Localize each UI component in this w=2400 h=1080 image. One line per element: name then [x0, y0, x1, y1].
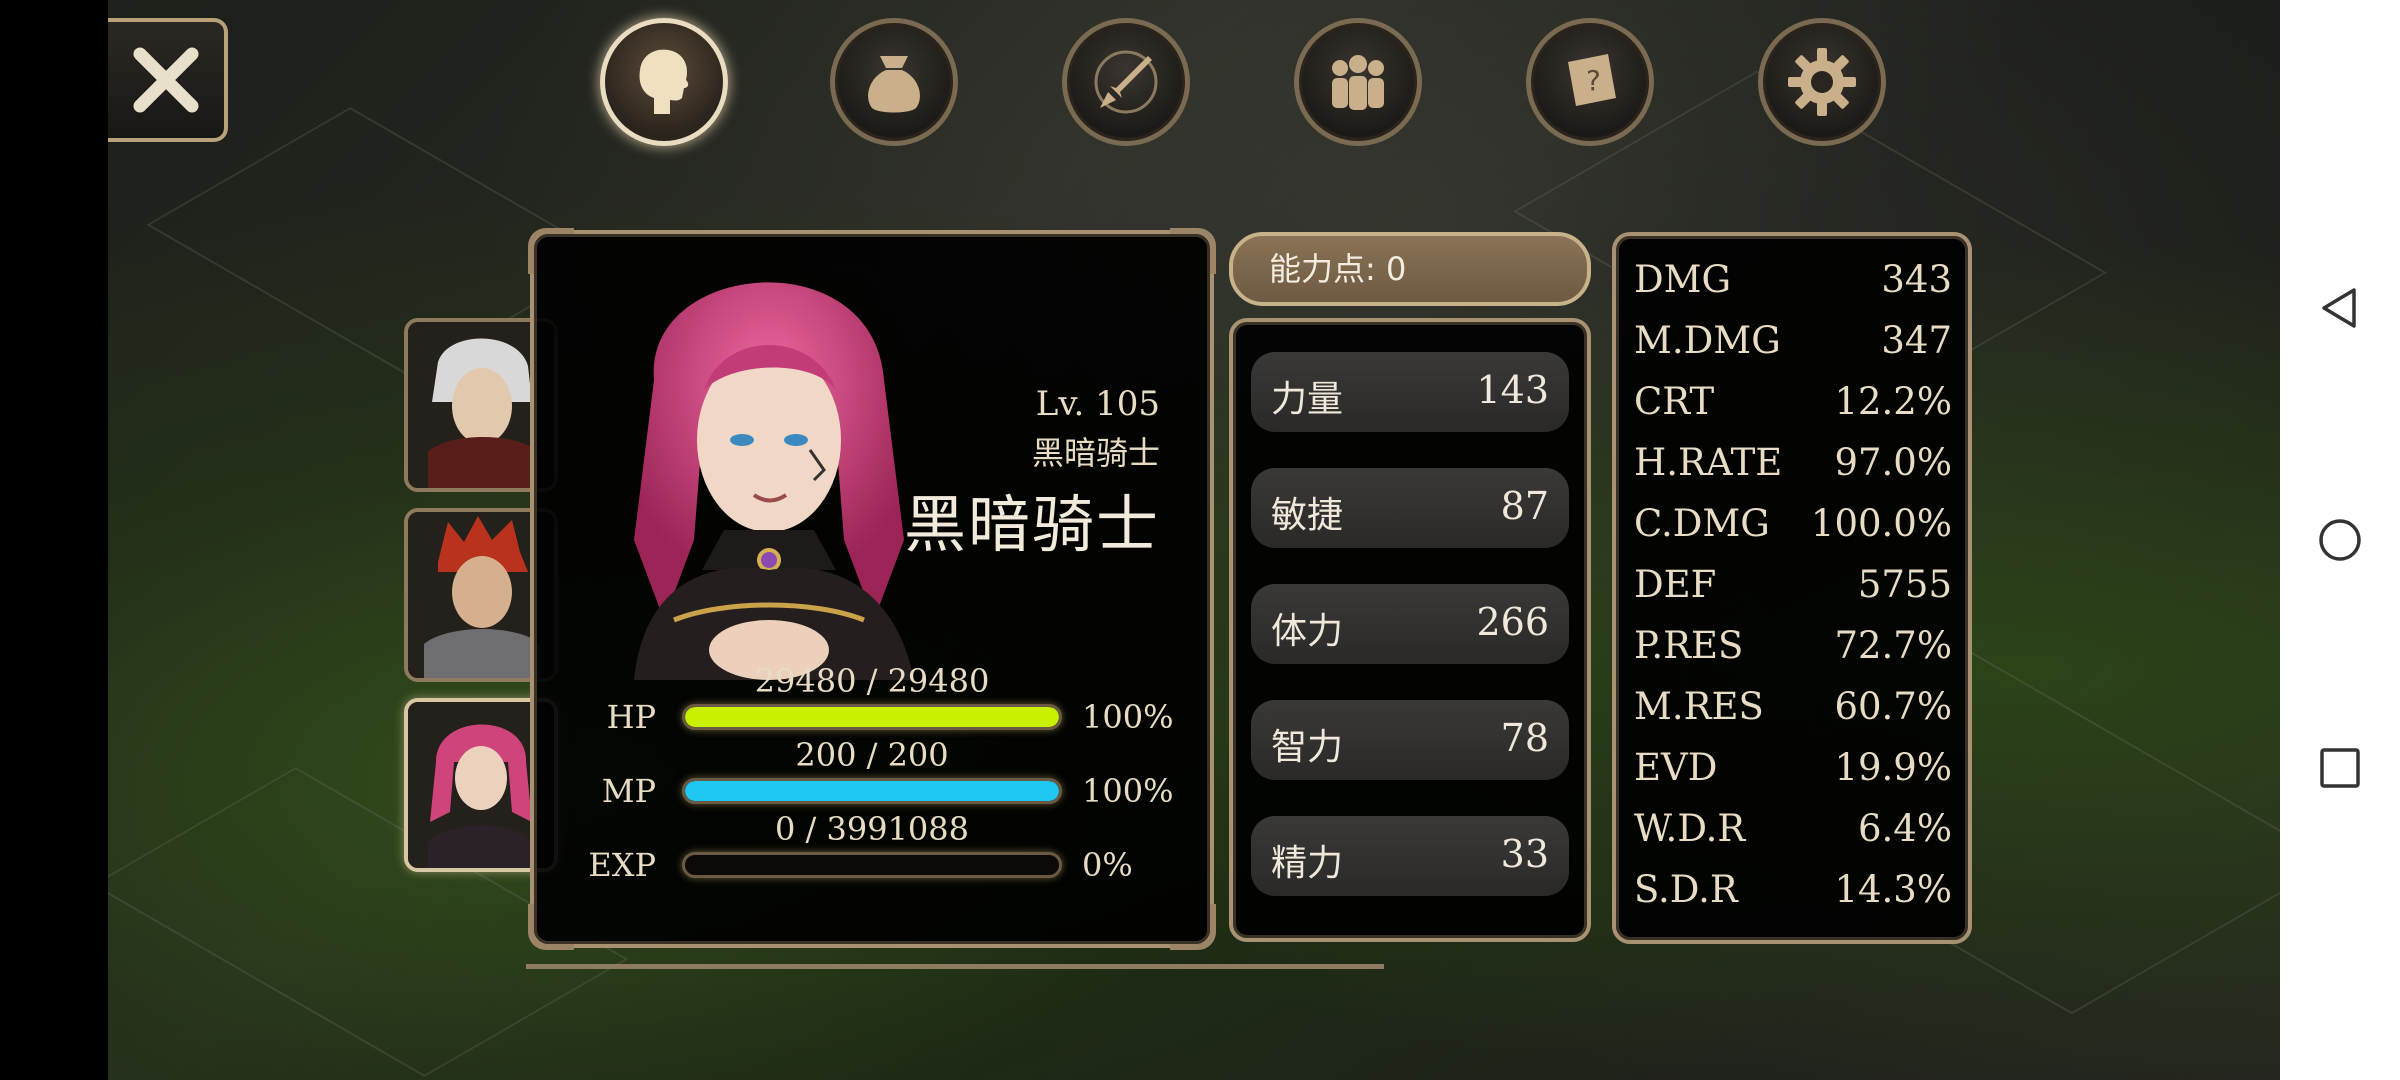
settings-tab[interactable]: [1758, 18, 1886, 146]
recents-icon[interactable]: [2318, 746, 2362, 790]
head-silhouette-icon: [639, 49, 689, 115]
stat-value: 72.7%: [1834, 624, 1952, 667]
home-icon[interactable]: [2318, 518, 2362, 562]
stat-label: H.RATE: [1634, 441, 1783, 484]
exp-label: EXP: [588, 846, 656, 884]
attribute-row-stamina[interactable]: 体力 266: [1251, 584, 1569, 664]
character-class-title: 黑暗骑士: [903, 488, 1160, 561]
stat-label: CRT: [1634, 380, 1715, 423]
stat-label: DEF: [1634, 563, 1717, 606]
scroll-question-icon: ?: [1568, 54, 1616, 106]
group-icon: [1332, 55, 1384, 110]
character-level: Lv. 105: [1035, 384, 1160, 424]
stat-value: 5755: [1857, 563, 1952, 606]
character-portrait: [634, 282, 914, 680]
mp-row: MP 100%: [534, 768, 1218, 810]
stat-row: S.D.R 14.3%: [1634, 868, 1952, 924]
sword-compass-icon: [1094, 50, 1158, 114]
stat-label: C.DMG: [1634, 502, 1770, 545]
svg-text:?: ?: [1586, 64, 1601, 97]
stat-row: H.RATE 97.0%: [1634, 441, 1952, 497]
stat-row: M.DMG 347: [1634, 319, 1952, 375]
stat-label: EVD: [1634, 746, 1718, 789]
stat-row: DEF 5755: [1634, 563, 1952, 619]
back-icon[interactable]: [2318, 286, 2362, 330]
attribute-row-spirit[interactable]: 精力 33: [1251, 816, 1569, 896]
stat-row: W.D.R 6.4%: [1634, 807, 1952, 863]
party-tab[interactable]: [1294, 18, 1422, 146]
frame-corner: [1170, 904, 1216, 950]
stat-label: P.RES: [1634, 624, 1744, 667]
divider-line: [526, 964, 1384, 969]
hp-label: HP: [606, 698, 656, 736]
stat-label: S.D.R: [1634, 868, 1738, 911]
character-tab[interactable]: [600, 18, 728, 146]
stat-value: 100.0%: [1810, 502, 1952, 545]
stat-value: 60.7%: [1834, 685, 1952, 728]
attribute-label: 体力: [1271, 611, 1344, 652]
exp-row: EXP 0%: [534, 842, 1218, 884]
stat-row: DMG 343: [1634, 258, 1952, 314]
attribute-value: 266: [1476, 600, 1549, 644]
hp-row: HP 100%: [534, 694, 1218, 736]
hp-bar-fill: [685, 707, 1059, 727]
close-button[interactable]: [108, 18, 228, 142]
attribute-label: 智力: [1271, 727, 1344, 768]
hp-bar: [682, 704, 1062, 730]
stat-row: M.RES 60.7%: [1634, 685, 1952, 741]
mp-bar: [682, 778, 1062, 804]
attribute-value: 33: [1500, 832, 1549, 876]
attribute-label: 精力: [1271, 843, 1344, 884]
exp-bar: [682, 852, 1062, 878]
character-panel: Lv. 105 黑暗骑士 黑暗骑士 29480 / 29480 HP 100% …: [528, 228, 1216, 950]
ability-points: 能力点: 0: [1229, 232, 1591, 306]
stat-label: DMG: [1634, 258, 1732, 301]
quest-tab[interactable]: ?: [1526, 18, 1654, 146]
attributes-panel: 力量 143 敏捷 87 体力 266 智力 78 精力 33: [1229, 318, 1591, 942]
mp-bar-fill: [685, 781, 1059, 801]
exp-percent: 0%: [1082, 846, 1133, 884]
attribute-row-intelligence[interactable]: 智力 78: [1251, 700, 1569, 780]
combat-stats-panel: DMG 343 M.DMG 347 CRT 12.2% H.RATE 97.0% C.D…: [1612, 232, 1972, 944]
stat-row: EVD 19.9%: [1634, 746, 1952, 802]
hp-percent: 100%: [1082, 698, 1174, 736]
frame-corner: [528, 228, 574, 274]
attribute-label: 力量: [1271, 379, 1344, 420]
stat-row: CRT 12.2%: [1634, 380, 1952, 436]
frame-corner: [528, 904, 574, 950]
stat-label: W.D.R: [1634, 807, 1746, 850]
frame-corner: [1170, 228, 1216, 274]
skills-tab[interactable]: [1062, 18, 1190, 146]
bag-icon: [868, 56, 920, 113]
attribute-value: 87: [1500, 484, 1549, 528]
stat-label: M.RES: [1634, 685, 1764, 728]
stat-value: 14.3%: [1834, 868, 1952, 911]
mp-percent: 100%: [1082, 772, 1174, 810]
stat-label: M.DMG: [1634, 319, 1781, 362]
attribute-value: 78: [1500, 716, 1549, 760]
stat-row: C.DMG 100.0%: [1634, 502, 1952, 558]
gear-icon: [1788, 48, 1856, 116]
attribute-value: 143: [1476, 368, 1549, 412]
stat-value: 19.9%: [1834, 746, 1952, 789]
stat-value: 97.0%: [1834, 441, 1952, 484]
mp-label: MP: [601, 772, 656, 810]
stat-value: 12.2%: [1834, 380, 1952, 423]
stat-value: 6.4%: [1858, 807, 1952, 850]
inventory-tab[interactable]: [830, 18, 958, 146]
stat-value: 343: [1881, 258, 1952, 301]
close-x-icon: [133, 47, 199, 113]
character-class-small: 黑暗骑士: [1031, 434, 1160, 472]
stat-value: 347: [1881, 319, 1952, 362]
attribute-label: 敏捷: [1271, 495, 1344, 536]
stat-row: P.RES 72.7%: [1634, 624, 1952, 680]
attribute-row-agility[interactable]: 敏捷 87: [1251, 468, 1569, 548]
attribute-row-strength[interactable]: 力量 143: [1251, 352, 1569, 432]
